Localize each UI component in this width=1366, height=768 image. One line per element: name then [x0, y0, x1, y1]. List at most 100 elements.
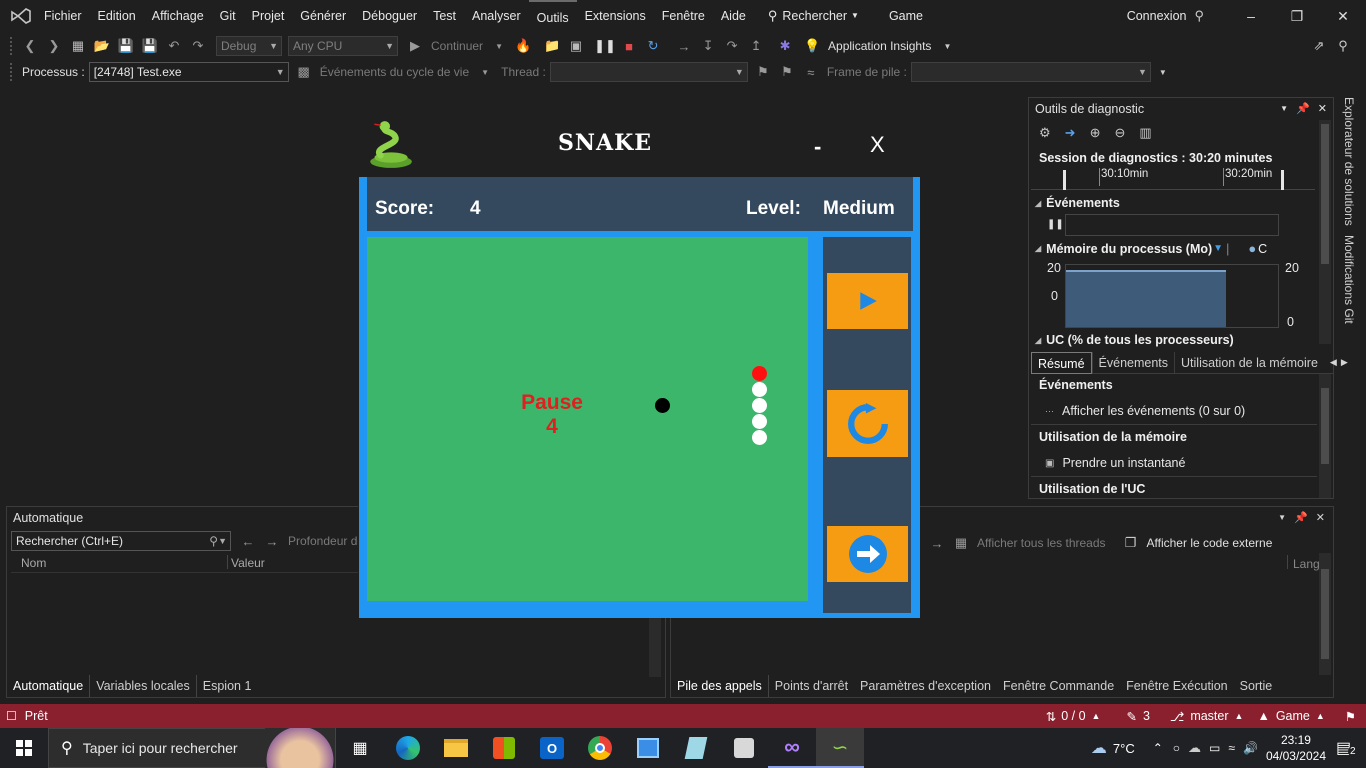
stop-icon[interactable]: ■: [620, 37, 638, 55]
chevron-down-icon[interactable]: ▼: [1280, 98, 1288, 120]
task-view-icon[interactable]: ▦: [336, 728, 384, 768]
menu-git[interactable]: Git: [212, 0, 244, 32]
repo-name[interactable]: Game: [1276, 709, 1310, 723]
start-button[interactable]: [0, 728, 48, 768]
stack-frame-select[interactable]: ▼: [910, 62, 1151, 82]
toolbar-grip[interactable]: [10, 37, 14, 55]
toolbar-options-icon[interactable]: ▼: [1154, 63, 1172, 81]
clock[interactable]: 23:19 04/03/2024: [1266, 732, 1326, 764]
weather-temp[interactable]: 7°C: [1113, 741, 1135, 756]
autos-search-input[interactable]: Rechercher (Ctrl+E) ⚲ ▼: [11, 531, 231, 551]
account-icon[interactable]: ⚲: [1194, 8, 1204, 24]
show-next-statement-icon[interactable]: →: [675, 37, 693, 55]
process-select[interactable]: [24748] Test.exe ▼: [88, 62, 289, 82]
menu-fichier[interactable]: Fichier: [36, 0, 90, 32]
diagnostic-top-scrollbar[interactable]: [1319, 120, 1331, 344]
restart-button[interactable]: [827, 390, 908, 457]
pause-icon[interactable]: ❚❚: [594, 37, 616, 55]
chrome-icon[interactable]: [576, 728, 624, 768]
play-button[interactable]: [827, 273, 908, 329]
column-name[interactable]: Nom: [21, 556, 46, 570]
pin-icon[interactable]: 📌: [1296, 98, 1310, 120]
edge-icon[interactable]: [384, 728, 432, 768]
side-tab-git-changes[interactable]: Modifications Git: [1340, 235, 1360, 335]
autos-scrollbar[interactable]: [649, 617, 661, 677]
snake-taskbar-icon[interactable]: ∽: [816, 728, 864, 768]
zoom-in-icon[interactable]: ⊕: [1090, 125, 1101, 141]
lifecycle-events-icon[interactable]: ▩: [295, 63, 313, 81]
menu-outils[interactable]: Outils: [528, 0, 577, 32]
new-project-icon[interactable]: ▦: [69, 37, 87, 55]
column-divider[interactable]: [1287, 555, 1288, 569]
step-into-icon[interactable]: ↧: [699, 37, 717, 55]
threads-icon[interactable]: ▦: [952, 534, 970, 552]
app-icon[interactable]: [720, 728, 768, 768]
visual-studio-logo-icon[interactable]: [10, 7, 32, 25]
menu-extensions[interactable]: Extensions: [577, 0, 654, 32]
window-icon[interactable]: ▣: [567, 37, 585, 55]
stack-frames-icon[interactable]: ≈: [802, 63, 820, 81]
close-icon[interactable]: ✕: [1316, 511, 1325, 524]
battery-icon[interactable]: ▭: [1209, 741, 1220, 755]
column-value[interactable]: Valeur: [231, 556, 265, 570]
notepad-icon[interactable]: [672, 728, 720, 768]
pause-icon[interactable]: ❚❚: [1047, 219, 1064, 230]
pin-icon[interactable]: 📌: [1294, 511, 1308, 524]
open-folder-icon[interactable]: 📂: [93, 37, 111, 55]
platform-select[interactable]: Any CPU ▼: [288, 36, 398, 56]
hot-reload-icon[interactable]: 🔥: [514, 37, 532, 55]
search-menu[interactable]: ⚲ Rechercher ▼: [760, 0, 867, 32]
filter-flag-icon[interactable]: ⚑: [778, 63, 796, 81]
save-icon[interactable]: 💾: [117, 37, 135, 55]
chevron-down-icon[interactable]: ▼: [476, 63, 494, 81]
chevron-down-icon[interactable]: ▼: [1278, 513, 1286, 522]
store-icon[interactable]: [480, 728, 528, 768]
folder-icon[interactable]: 📁: [543, 37, 561, 55]
menu-affichage[interactable]: Affichage: [144, 0, 212, 32]
chart-icon[interactable]: ▥: [1139, 125, 1151, 141]
signin-link[interactable]: Connexion: [1119, 0, 1195, 32]
redo-icon[interactable]: ↷: [189, 37, 207, 55]
memory-chart[interactable]: [1065, 264, 1279, 328]
menu-projet[interactable]: Projet: [244, 0, 293, 32]
menu-fenetre[interactable]: Fenêtre: [654, 0, 713, 32]
tab-sortie[interactable]: Sortie: [1234, 675, 1279, 697]
notification-bell-icon[interactable]: ⚑: [1345, 709, 1356, 724]
cpu-section-header[interactable]: ◢ UC (% de tous les processeurs): [1035, 333, 1234, 347]
timeline-ruler[interactable]: 30:10min 30:20min: [1031, 168, 1315, 190]
forward-icon[interactable]: ❯: [45, 37, 63, 55]
export-icon[interactable]: ➜: [1065, 125, 1076, 141]
play-icon[interactable]: ▶: [406, 37, 424, 55]
forward-icon[interactable]: →: [263, 532, 281, 550]
restart-icon[interactable]: ↻: [644, 37, 662, 55]
tab-points-d-arret[interactable]: Points d'arrêt: [767, 675, 854, 697]
tab-pile-des-appels[interactable]: Pile des appels: [671, 675, 768, 697]
configuration-select[interactable]: Debug ▼: [216, 36, 282, 56]
column-language[interactable]: Lang: [1293, 557, 1320, 571]
next-button[interactable]: [827, 526, 908, 582]
chevron-up-icon[interactable]: ⌃: [1153, 741, 1163, 755]
sync-count[interactable]: 0 / 0: [1061, 709, 1085, 723]
diagnostics-icon[interactable]: ✱: [776, 37, 794, 55]
game-close-button[interactable]: X: [870, 132, 885, 158]
scrollbar-thumb[interactable]: [1321, 124, 1329, 264]
undo-icon[interactable]: ↶: [165, 37, 183, 55]
tab-memoire[interactable]: Utilisation de la mémoire: [1174, 351, 1324, 374]
take-snapshot-link[interactable]: ▣ Prendre un instantané: [1045, 456, 1185, 470]
chevron-down-icon[interactable]: ▼: [490, 37, 508, 55]
volume-icon[interactable]: 🔊: [1243, 741, 1258, 755]
show-all-threads-button[interactable]: Afficher tous les threads: [977, 536, 1106, 550]
diagnostic-summary-scrollbar[interactable]: [1319, 374, 1331, 498]
column-divider[interactable]: [227, 555, 228, 569]
step-out-icon[interactable]: ↥: [747, 37, 765, 55]
continue-button[interactable]: Continuer: [431, 39, 483, 53]
menu-deboguer[interactable]: Déboguer: [354, 0, 425, 32]
close-window-button[interactable]: ✕: [1320, 0, 1366, 32]
notification-center-button[interactable]: ▤ 2: [1336, 738, 1366, 758]
tab-variables-locales[interactable]: Variables locales: [89, 675, 196, 697]
tab-resume[interactable]: Résumé: [1031, 351, 1092, 374]
scrollbar-thumb[interactable]: [1321, 388, 1329, 464]
branch-name[interactable]: master: [1190, 709, 1228, 723]
outlook-icon[interactable]: O: [528, 728, 576, 768]
taskbar-search-box[interactable]: ⚲ Taper ici pour rechercher: [48, 728, 336, 768]
